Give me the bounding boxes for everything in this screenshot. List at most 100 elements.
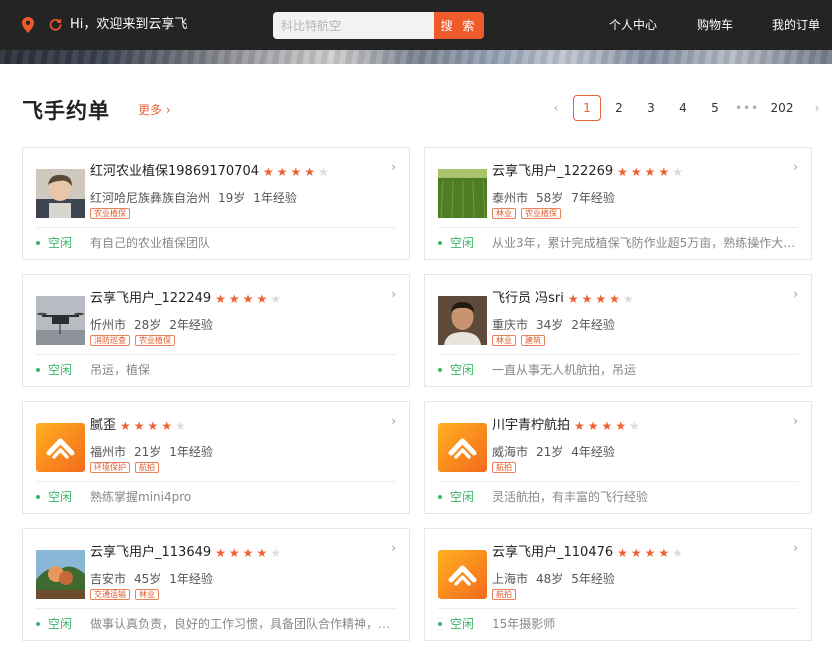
nav-personal-center[interactable]: 个人中心 <box>609 17 657 33</box>
page-1-button[interactable]: 1 <box>573 95 601 121</box>
pilot-experience: 7年经验 <box>571 191 615 205</box>
chevron-right-icon[interactable]: › <box>391 414 396 428</box>
chevron-right-icon[interactable]: › <box>793 160 798 174</box>
location-pin-icon[interactable] <box>22 17 34 33</box>
star-filled-icon: ★ <box>242 546 254 560</box>
divider <box>438 608 798 609</box>
pilot-city: 红河哈尼族彝族自治州 <box>90 191 211 205</box>
chevron-right-icon[interactable]: › <box>793 287 798 301</box>
pilot-experience: 4年经验 <box>571 445 615 459</box>
search-button[interactable]: 搜 索 <box>434 12 484 39</box>
pilot-experience: 1年经验 <box>169 445 213 459</box>
page-5-button[interactable]: 5 <box>704 96 726 120</box>
star-filled-icon: ★ <box>133 419 145 433</box>
star-filled-icon: ★ <box>276 165 288 179</box>
star-filled-icon: ★ <box>120 419 131 433</box>
pilot-name: 红河农业植保19869170704 <box>90 164 259 179</box>
skill-tag: 林业 <box>492 208 516 219</box>
chevron-right-icon[interactable]: › <box>793 414 798 428</box>
star-empty-icon: ★ <box>270 546 281 560</box>
more-link[interactable]: 更多 › <box>138 101 171 118</box>
pilot-tags: 航拍 <box>492 462 521 473</box>
chevron-right-icon[interactable]: › <box>391 541 396 555</box>
pilot-card-4[interactable]: 飞行员 冯sri ★ ★ ★ ★ ★ › 重庆市 34岁 2年经验 林业 建筑 空闲 一直从事… <box>424 274 812 387</box>
star-empty-icon: ★ <box>672 165 683 179</box>
status-badge: 空闲 <box>438 489 474 505</box>
rating-stars: ★ ★ ★ ★ ★ <box>617 165 686 179</box>
status-dot-icon <box>36 240 40 245</box>
rating-stars: ★ ★ ★ ★ ★ <box>574 419 643 433</box>
pilot-card-5[interactable]: 腻歪 ★ ★ ★ ★ ★ › 福州市 21岁 1年经验 环境保护 航拍 空闲 熟练掌握mini… <box>22 401 410 514</box>
avatar <box>36 169 85 218</box>
star-filled-icon: ★ <box>609 292 620 306</box>
nav-my-orders[interactable]: 我的订单 <box>772 17 820 33</box>
pilot-name: 川宇青柠航拍 <box>492 418 571 433</box>
avatar <box>438 423 487 472</box>
page-3-button[interactable]: 3 <box>640 96 662 120</box>
pilot-info: 泰州市 58岁 7年经验 <box>492 190 623 206</box>
star-filled-icon: ★ <box>587 419 599 433</box>
star-empty-icon: ★ <box>622 292 634 306</box>
skill-tag: 林业 <box>492 335 516 346</box>
divider <box>36 481 396 482</box>
rating-stars: ★ ★ ★ ★ ★ <box>120 419 189 433</box>
avatar <box>36 550 85 599</box>
pilot-description: 做事认真负责，良好的工作习惯，具备团队合作精神，具... <box>90 617 395 631</box>
status-text: 空闲 <box>48 363 73 377</box>
pilot-info: 重庆市 34岁 2年经验 <box>492 317 623 333</box>
page-4-button[interactable]: 4 <box>672 96 694 120</box>
star-filled-icon: ★ <box>595 292 607 306</box>
search-input[interactable] <box>273 12 435 39</box>
pilot-experience: 5年经验 <box>571 572 615 586</box>
status-dot-icon <box>438 494 442 499</box>
pilot-info: 福州市 21岁 1年经验 <box>90 444 221 460</box>
star-filled-icon: ★ <box>658 546 670 560</box>
avatar <box>36 296 85 345</box>
star-filled-icon: ★ <box>644 546 656 560</box>
chevron-right-icon[interactable]: › <box>391 287 396 301</box>
skill-tag: 农业植保 <box>521 208 561 219</box>
pilot-card-7[interactable]: 云享飞用户_113649 ★ ★ ★ ★ ★ › 吉安市 45岁 1年经验 交通运输 林业 空… <box>22 528 410 641</box>
pilot-name: 云享飞用户_110476 <box>492 545 614 560</box>
skill-tag: 环境保护 <box>90 462 130 473</box>
pilot-card-8[interactable]: 云享飞用户_110476 ★ ★ ★ ★ ★ › 上海市 48岁 5年经验 航拍 空闲 15… <box>424 528 812 641</box>
pilot-tags: 环境保护 航拍 <box>90 462 164 473</box>
skill-tag: 航拍 <box>135 462 159 473</box>
status-text: 空闲 <box>450 363 475 377</box>
divider <box>438 354 798 355</box>
skill-tag: 航拍 <box>492 462 516 473</box>
refresh-icon[interactable] <box>49 18 62 31</box>
prev-page-button[interactable]: ‹ <box>549 96 563 120</box>
chevron-right-icon[interactable]: › <box>391 160 396 174</box>
pilot-card-2[interactable]: 云享飞用户_122269 ★ ★ ★ ★ ★ › 泰州市 58岁 7年经验 林业 农业植保 空… <box>424 147 812 260</box>
pilot-age: 48岁 <box>536 572 564 586</box>
nav-shopping-cart[interactable]: 购物车 <box>697 17 733 33</box>
pilot-card-3[interactable]: 云享飞用户_122249 ★ ★ ★ ★ ★ › 忻州市 28岁 2年经验 消防巡查 农业植保… <box>22 274 410 387</box>
star-empty-icon: ★ <box>629 419 640 433</box>
pilot-city: 吉安市 <box>90 572 127 586</box>
star-filled-icon: ★ <box>228 546 240 560</box>
pilot-card-6[interactable]: 川宇青柠航拍 ★ ★ ★ ★ ★ › 威海市 21岁 4年经验 航拍 空闲 灵活航拍，有丰富… <box>424 401 812 514</box>
pilot-card-1[interactable]: 红河农业植保19869170704 ★ ★ ★ ★ ★ › 红河哈尼族彝族自治州 19岁 1… <box>22 147 410 260</box>
skill-tag: 农业植保 <box>90 208 130 219</box>
star-filled-icon: ★ <box>256 546 268 560</box>
avatar <box>438 169 487 218</box>
pilot-city: 福州市 <box>90 445 127 459</box>
page-2-button[interactable]: 2 <box>608 96 630 120</box>
status-text: 空闲 <box>450 617 475 631</box>
page-ellipsis[interactable]: ••• <box>735 96 759 120</box>
star-filled-icon: ★ <box>601 419 613 433</box>
rating-stars: ★ ★ ★ ★ ★ <box>263 165 332 179</box>
status-dot-icon <box>36 621 40 626</box>
chevron-right-icon[interactable]: › <box>793 541 798 555</box>
status-text: 空闲 <box>48 617 73 631</box>
pilot-city: 重庆市 <box>492 318 529 332</box>
rating-stars: ★ ★ ★ ★ ★ <box>568 292 637 306</box>
star-filled-icon: ★ <box>304 165 316 179</box>
pilot-age: 45岁 <box>134 572 162 586</box>
pilot-city: 上海市 <box>492 572 529 586</box>
status-dot-icon <box>438 240 442 245</box>
next-page-button[interactable]: › <box>810 96 824 120</box>
page-last-button[interactable]: 202 <box>769 96 795 120</box>
star-empty-icon: ★ <box>175 419 186 433</box>
